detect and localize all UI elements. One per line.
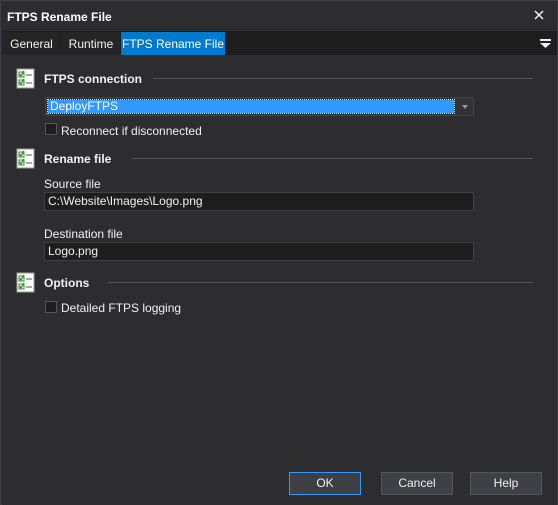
tab-ftps-rename-file[interactable]: FTPS Rename File (121, 32, 225, 55)
help-button[interactable]: Help (470, 472, 542, 495)
tab-general[interactable]: General (2, 32, 61, 55)
destination-file-input[interactable]: Logo.png (44, 242, 474, 261)
checklist-icon (16, 271, 38, 293)
connection-dropdown[interactable]: DeployFTPS (45, 97, 474, 116)
reconnect-checkbox[interactable] (45, 123, 57, 135)
tab-ftps-rename-file-label: FTPS Rename File (121, 37, 225, 51)
connection-selected-value: DeployFTPS (47, 99, 455, 114)
section-title-rename: Rename file (44, 152, 112, 166)
checklist-icon (16, 67, 38, 89)
dialog-window: FTPS Rename File General Runtime FTPS Re… (0, 0, 558, 505)
dialog-title: FTPS Rename File (7, 10, 112, 24)
close-icon[interactable] (531, 7, 547, 23)
cancel-button[interactable]: Cancel (381, 472, 453, 495)
title-bar: FTPS Rename File (1, 1, 557, 31)
section-divider (108, 282, 533, 283)
source-file-input[interactable]: C:\Website\Images\Logo.png (44, 192, 474, 211)
detailed-logging-checkbox[interactable] (45, 301, 57, 313)
ok-button[interactable]: OK (289, 472, 361, 495)
checklist-icon (16, 147, 38, 169)
section-divider (132, 158, 533, 159)
tab-runtime-label: Runtime (68, 37, 114, 51)
detailed-logging-label: Detailed FTPS logging (61, 301, 182, 315)
dialog-footer: OK Cancel Help (2, 461, 557, 505)
source-file-label: Source file (44, 177, 101, 191)
tab-content: FTPS connection DeployFTPS Reconnect if … (2, 55, 557, 461)
destination-file-label: Destination file (44, 227, 123, 241)
chevron-down-icon (462, 105, 468, 109)
tab-menu-icon[interactable] (540, 38, 551, 48)
section-divider (153, 78, 533, 79)
section-title-options: Options (44, 276, 90, 290)
tab-general-label: General (10, 37, 53, 51)
reconnect-label: Reconnect if disconnected (61, 124, 202, 138)
tab-strip: General Runtime FTPS Rename File (2, 31, 557, 55)
section-title-connection: FTPS connection (44, 72, 143, 86)
tab-runtime[interactable]: Runtime (62, 32, 120, 55)
